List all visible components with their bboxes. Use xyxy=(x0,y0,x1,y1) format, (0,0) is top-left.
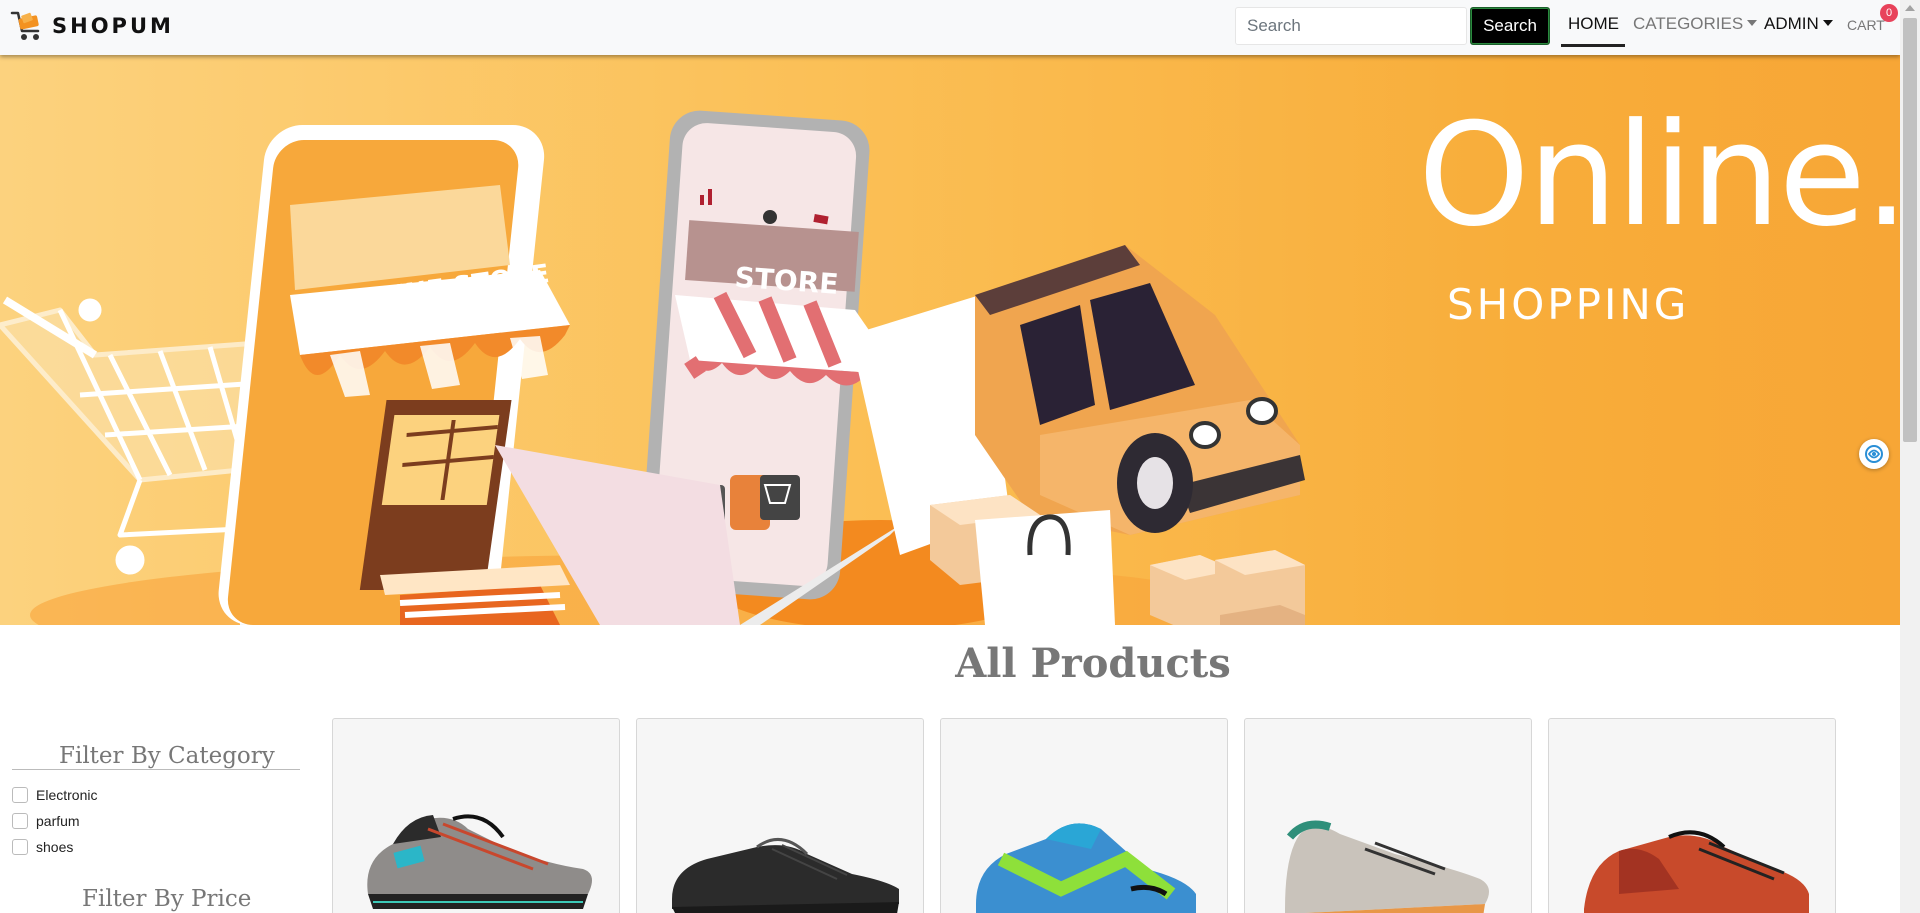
product-image-sneaker-black xyxy=(672,838,899,913)
filter-price-title: Filter By Price xyxy=(82,886,252,912)
scrollbar-thumb[interactable] xyxy=(1903,18,1917,442)
assistant-swirl-icon xyxy=(1865,445,1883,463)
active-nav-indicator xyxy=(1561,44,1625,47)
filter-category-shoes[interactable]: shoes xyxy=(12,838,73,856)
online-store-illustration xyxy=(218,125,570,625)
product-card[interactable] xyxy=(1244,718,1532,913)
search-button[interactable]: Search xyxy=(1470,7,1550,45)
hero-subtitle: SHOPPING xyxy=(1447,280,1690,329)
filter-category-electronic[interactable]: Electronic xyxy=(12,786,97,804)
scroll-up-arrow-icon[interactable] xyxy=(1905,5,1915,11)
filter-category-title: Filter By Category xyxy=(59,743,275,769)
page: SHOPUM Search HOME CATEGORIES ADMIN CART… xyxy=(0,0,1920,913)
ai-assistant-icon[interactable] xyxy=(1859,439,1889,469)
product-image-sneaker-blue-green xyxy=(976,823,1196,913)
filter-category-parfum[interactable]: parfum xyxy=(12,812,80,830)
brand[interactable]: SHOPUM xyxy=(10,6,174,46)
cart-count-badge: 0 xyxy=(1880,4,1898,22)
product-card[interactable] xyxy=(332,718,620,913)
hero-banner: ONLINE STORE STORE Online. SHOPPING xyxy=(0,55,1900,625)
brand-name: SHOPUM xyxy=(52,14,174,38)
nav-admin-label: ADMIN xyxy=(1764,14,1819,33)
nav-categories-label: CATEGORIES xyxy=(1633,14,1744,33)
hero-title: Online. xyxy=(1418,93,1900,258)
product-image-sneaker-grey-teal xyxy=(367,814,592,909)
filter-category-label: Electronic xyxy=(36,787,98,803)
nav-cart-link[interactable]: CART xyxy=(1847,17,1885,33)
product-image-sneaker-grey-orange xyxy=(1285,820,1489,913)
shopping-cart-logo-icon xyxy=(10,11,40,40)
filter-divider xyxy=(12,769,300,770)
filter-category-label: shoes xyxy=(36,839,74,855)
product-card[interactable] xyxy=(940,718,1228,913)
caret-down-icon xyxy=(1747,19,1758,26)
checkbox[interactable] xyxy=(12,839,28,855)
checkbox[interactable] xyxy=(12,813,28,829)
all-products-title: All Products xyxy=(955,640,1231,687)
filter-category-label: parfum xyxy=(36,813,80,829)
delivery-truck-illustration xyxy=(975,245,1305,535)
product-card[interactable] xyxy=(1548,718,1836,913)
nav-categories-dropdown[interactable]: CATEGORIES xyxy=(1633,14,1758,34)
top-navbar: SHOPUM Search HOME CATEGORIES ADMIN CART… xyxy=(0,0,1900,55)
caret-down-icon xyxy=(1822,19,1833,26)
search-input[interactable] xyxy=(1235,7,1467,45)
shopping-bag-illustration xyxy=(975,510,1115,625)
checkbox[interactable] xyxy=(12,787,28,803)
nav-admin-dropdown[interactable]: ADMIN xyxy=(1764,14,1833,34)
product-card[interactable] xyxy=(636,718,924,913)
page-scrollbar[interactable] xyxy=(1900,0,1920,913)
nav-home-link[interactable]: HOME xyxy=(1568,14,1619,34)
product-image-sneaker-red-black xyxy=(1584,830,1809,913)
